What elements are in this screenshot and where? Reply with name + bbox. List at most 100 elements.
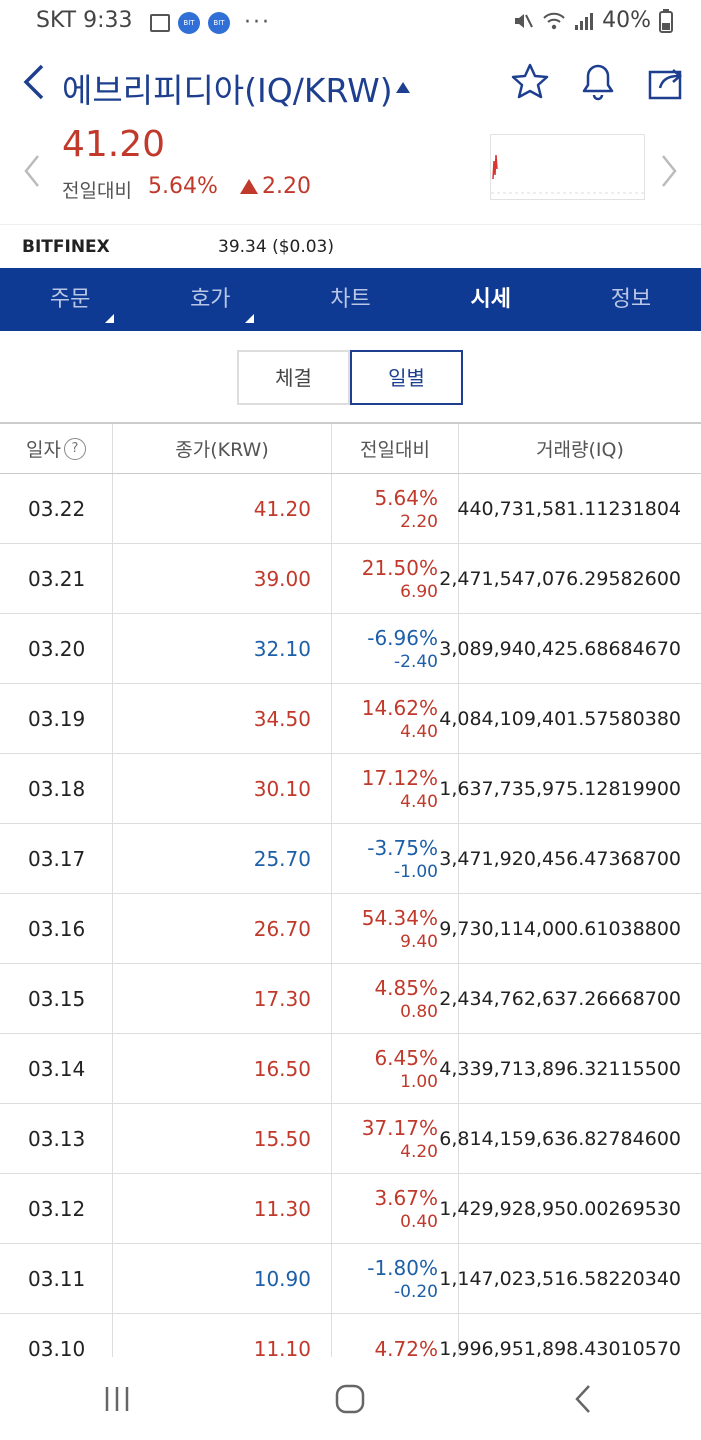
row-date: 03.12 [0,1174,113,1243]
share-icon[interactable] [646,62,686,102]
row-close: 39.00 [113,544,332,613]
system-status: 40% [512,8,673,33]
page-title[interactable]: 에브리피디아(IQ/KRW) [62,64,393,112]
row-date: 03.16 [0,894,113,963]
row-change-percent: 5.64% [374,485,438,510]
row-volume: 440,731,581.11231804 [457,497,681,520]
row-volume: 1,637,735,975.12819900 [439,777,681,800]
tab-chart-label: 차트 [330,287,371,312]
tab-chart[interactable]: 차트 [280,268,420,331]
table-row: 03.16 26.70 54.34% 9.40 9,730,114,000.610388… [0,894,701,964]
prev-day-label: 전일대비 [62,180,132,202]
title-dropdown-icon[interactable] [396,82,410,93]
table-row: 03.10 11.10 4.72% 1,996,951,898.43010570 [0,1314,701,1357]
exchange-reference: BITFINEX 39.34 ($0.03) [0,224,701,269]
back-icon[interactable] [562,1377,606,1421]
battery-icon [659,8,673,33]
tab-orderbook-dropdown-icon [245,314,255,323]
row-change-percent: 6.45% [374,1045,438,1070]
row-volume: 3,471,920,456.47368700 [439,847,681,870]
row-volume: 2,471,547,076.29582600 [439,567,681,590]
row-change-amount: 1.00 [400,1071,438,1092]
row-change: 5.64% 2.20 [332,474,459,543]
row-close: 41.20 [113,474,332,543]
change-percent: 5.64% [148,174,218,199]
row-change-percent: 17.12% [361,765,438,790]
header-date-label: 일자 [26,439,61,461]
change-amount-value: 2.20 [262,174,311,199]
status-time: SKT 9:33 [36,8,133,33]
app-header: 에브리피디아(IQ/KRW) [0,48,701,120]
row-volume: 2,434,762,637.26668700 [439,987,681,1010]
app-notification-icon-2: BIT [208,11,230,34]
row-change-percent: 4.85% [374,975,438,1000]
row-change-amount: 9.40 [400,931,438,952]
row-change-amount: 0.80 [400,1001,438,1022]
row-volume: 9,730,114,000.61038800 [439,917,681,940]
battery-percent: 40% [602,8,651,33]
star-icon[interactable] [510,62,550,102]
header-close: 종가(KRW) [113,424,332,473]
tab-order[interactable]: 주문 [0,268,140,331]
status-bar: SKT 9:33 BIT BIT ··· 40% [0,0,701,44]
tab-info[interactable]: 정보 [561,268,701,331]
row-close: 10.90 [113,1244,332,1313]
row-change-amount: -2.40 [394,651,438,672]
price-summary: 41.20 전일대비 5.64% 2.20 [0,120,701,224]
row-change-percent: 54.34% [361,905,438,930]
row-close: 15.50 [113,1104,332,1173]
table-row: 03.17 25.70 -3.75% -1.00 3,471,920,456.47368… [0,824,701,894]
row-change-percent: 14.62% [361,695,438,720]
row-close: 26.70 [113,894,332,963]
row-volume: 3,089,940,425.68684670 [439,637,681,660]
row-change-percent: 3.67% [374,1185,438,1210]
row-close: 11.10 [113,1314,332,1357]
row-volume: 1,147,023,516.58220340 [439,1267,681,1290]
prev-coin-chevron-icon[interactable] [22,154,42,188]
table-header: 일자 ? 종가(KRW) 전일대비 거래량(IQ) [0,422,701,474]
row-close: 32.10 [113,614,332,683]
tab-orderbook[interactable]: 호가 [140,268,280,331]
table-row: 03.21 39.00 21.50% 6.90 2,471,547,076.295826… [0,544,701,614]
row-volume: 4,084,109,401.57580380 [439,707,681,730]
tab-market-price[interactable]: 시세 [421,268,561,331]
more-notifications-icon: ··· [244,10,271,35]
tab-info-label: 정보 [610,287,652,312]
row-date: 03.22 [0,474,113,543]
row-volume: 1,996,951,898.43010570 [439,1337,681,1358]
table-body: 03.22 41.20 5.64% 2.20 440,731,581.11231804 0… [0,474,701,1357]
row-change-amount: 0.40 [400,1211,438,1232]
daily-button[interactable]: 일별 [350,350,463,405]
row-change-amount: 6.90 [400,581,438,602]
exchange-name: BITFINEX [22,237,110,257]
wifi-icon [543,12,565,29]
header-change: 전일대비 [332,424,459,473]
row-change-amount: 2.20 [400,511,438,532]
daily-price-table: 일자 ? 종가(KRW) 전일대비 거래량(IQ) 03.22 41.20 5.64… [0,422,701,1357]
header-date: 일자 ? [0,424,113,473]
row-date: 03.18 [0,754,113,823]
row-date: 03.11 [0,1244,113,1313]
row-close: 17.30 [113,964,332,1033]
trade-history-button[interactable]: 체결 [237,350,350,405]
up-triangle-icon [240,179,258,194]
table-row: 03.15 17.30 4.85% 0.80 2,434,762,637.2666870… [0,964,701,1034]
row-close: 30.10 [113,754,332,823]
current-price: 41.20 [62,124,166,165]
row-change-percent: -1.80% [367,1255,438,1280]
recent-apps-icon[interactable] [95,1377,139,1421]
next-coin-chevron-icon[interactable] [659,154,679,188]
row-date: 03.20 [0,614,113,683]
help-icon[interactable]: ? [63,437,86,460]
row-change-amount: 4.40 [400,721,438,742]
bell-icon[interactable] [578,62,618,102]
home-icon[interactable] [328,1377,372,1421]
back-chevron-icon[interactable] [18,62,50,102]
system-navigation [0,1358,701,1440]
row-date: 03.13 [0,1104,113,1173]
tab-orderbook-label: 호가 [190,287,231,312]
row-change-percent: -6.96% [367,625,438,650]
row-date: 03.15 [0,964,113,1033]
table-row: 03.20 32.10 -6.96% -2.40 3,089,940,425.68684… [0,614,701,684]
table-row: 03.14 16.50 6.45% 1.00 4,339,713,896.3211550… [0,1034,701,1104]
